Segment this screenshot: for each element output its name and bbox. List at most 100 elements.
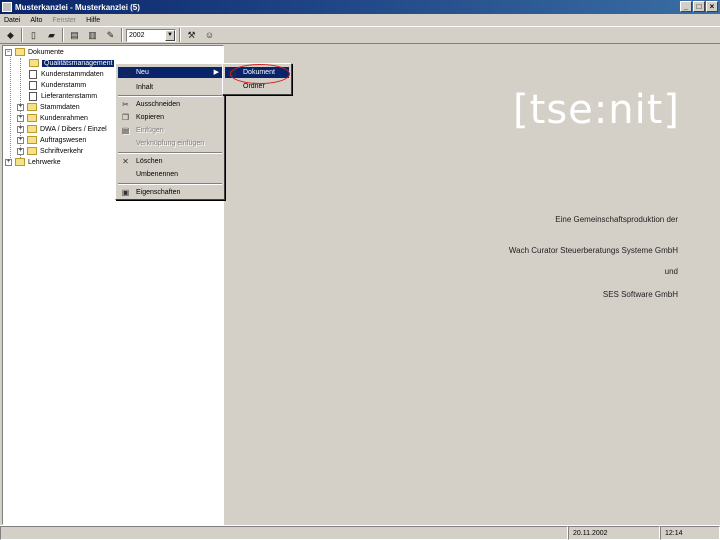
menu-item-kopieren[interactable]: ❐ Kopieren [118,112,222,123]
tree-item-label: Kundenrahmen [40,114,88,122]
menu-item-neu[interactable]: ▢ Neu ▶ [118,67,222,78]
status-bar: 20.11.2002 12:14 [0,525,720,540]
menu-item-label: Eigenschaften [136,189,181,196]
status-time: 12:14 [660,526,720,540]
folder-icon [27,136,37,144]
copy-icon: ❐ [121,113,130,122]
expand-icon[interactable]: + [17,147,24,155]
folder-icon [27,125,37,133]
document-icon [29,69,37,79]
menu-separator [118,152,222,154]
document-icon [29,80,37,90]
expand-icon[interactable]: + [17,103,24,111]
chevron-down-icon[interactable]: ▼ [165,29,175,41]
properties-icon: ▣ [121,188,130,197]
tree-item-label: Kundenstamm [41,81,87,89]
credit-line-4: SES Software GmbH [602,290,678,299]
expand-icon[interactable]: + [17,114,24,122]
submenu-arrow-icon: ▶ [213,69,219,76]
toolbar-separator [21,28,23,42]
status-pane-main [0,526,568,540]
tree-item-root[interactable]: − Dokumente [5,47,64,57]
menu-item-label: Inhalt [136,84,154,91]
menu-item-label: Umbenennen [136,171,179,178]
menu-item-label: Kopieren [136,114,165,121]
tree-item-label: Qualitätsmanagement [42,59,115,67]
content-pane: [tse:nit] Eine Gemeinschaftsproduktion d… [226,45,720,525]
folder-icon [27,103,37,111]
expand-icon[interactable]: + [17,125,24,133]
menu-item-ausschneiden[interactable]: ✂ Ausschneiden [118,99,222,110]
tree-item-label: DWA / Dibers / Einzel [40,125,107,133]
menu-datei[interactable]: Datei [4,17,20,24]
menu-alto[interactable]: Alto [30,17,42,24]
year-select-value: 2002 [129,31,145,39]
tree-item-lieferantenstamm[interactable]: Lieferantenstamm [29,91,97,101]
maximize-button[interactable]: □ [693,1,705,12]
split-view-icon[interactable]: ◆ [3,28,18,43]
expand-icon[interactable]: + [17,136,24,144]
menu-item-label: Ordner [243,83,265,90]
clipboard-icon[interactable]: ▥ [85,28,100,43]
tree-item-kundenstamm[interactable]: Kundenstamm [29,80,86,90]
toolbar: ◆ ▯ ▰ ▤ ▥ ✎ 2002 ▼ ⚒ ☺ [0,26,720,44]
menu-item-label: Neu [136,69,149,76]
tree-item-label: Dokumente [28,48,64,56]
brand-logo: [tse:nit] [513,87,680,133]
close-button[interactable]: × [706,1,718,12]
tree-connector [10,54,11,164]
annotation-circle [230,64,290,84]
folder-icon [27,114,37,122]
tools-icon[interactable]: ⚒ [184,28,199,43]
menu-separator [118,95,222,97]
expand-icon[interactable]: + [5,158,12,166]
new-icon: ▢ [121,68,130,77]
tree-item-kundenrahmen[interactable]: + Kundenrahmen [17,113,88,123]
context-menu: ▢ Neu ▶ Inhalt ✂ Ausschneiden ❐ Kopieren… [115,63,225,200]
collapse-icon[interactable]: − [5,48,12,56]
tree-item-kundenstammdaten[interactable]: Kundenstammdaten [29,69,104,79]
tree-item-label: Schriftverkehr [40,147,84,155]
tree-item-stammdaten[interactable]: + Stammdaten [17,102,80,112]
year-select[interactable]: 2002 ▼ [126,28,176,42]
document-icon [29,91,37,101]
minimize-button[interactable]: _ [680,1,692,12]
tree-item-schriftverkehr[interactable]: + Schriftverkehr [17,146,83,156]
tree-item-label: Stammdaten [40,103,80,111]
folder-icon [15,158,25,166]
edit-icon[interactable]: ✎ [103,28,118,43]
menu-item-label: Löschen [136,158,163,165]
open-folder-icon[interactable]: ▰ [44,28,59,43]
menu-item-umbenennen[interactable]: Umbenennen [118,169,222,180]
menu-item-verknuepfung-einfuegen: Verknüpfung einfügen [118,138,222,149]
tree-item-label: Lieferantenstamm [41,92,98,100]
menu-item-inhalt[interactable]: Inhalt [118,82,222,93]
folder-icon [15,48,25,56]
menu-item-loeschen[interactable]: ✕ Löschen [118,156,222,167]
tree-item-dwa[interactable]: + DWA / Dibers / Einzel [17,124,107,134]
tree-item-auftragswesen[interactable]: + Auftragswesen [17,135,86,145]
folder-icon [29,59,39,67]
tree-item-label: Auftragswesen [40,136,87,144]
delete-icon: ✕ [122,157,129,166]
menu-hilfe[interactable]: Hilfe [86,17,100,24]
menu-item-eigenschaften[interactable]: ▣ Eigenschaften [118,187,222,198]
new-document-icon[interactable]: ▯ [26,28,41,43]
menu-item-einfuegen: ▤ Einfügen [118,125,222,136]
print-icon[interactable]: ▤ [67,28,82,43]
tree-item-label: Kundenstammdaten [41,70,104,78]
tree-item-qualitaetsmanagement[interactable]: Qualitätsmanagement [29,58,115,68]
cut-icon: ✂ [122,100,129,109]
paste-icon: ▤ [121,126,130,135]
folder-icon [27,147,37,155]
credit-line-3: und [664,267,678,276]
tree-item-lehrwerke[interactable]: + Lehrwerke [5,157,61,167]
status-date: 20.11.2002 [568,526,660,540]
credit-line-2: Wach Curator Steuerberatungs Systeme Gmb… [508,246,678,255]
menu-bar: Datei Alto Fenster Hilfe [0,14,720,26]
menu-separator [118,183,222,185]
menu-item-label: Ausschneiden [136,101,180,108]
menu-fenster[interactable]: Fenster [52,17,76,24]
tree-item-label: Lehrwerke [28,158,61,166]
assistant-icon[interactable]: ☺ [202,28,217,43]
